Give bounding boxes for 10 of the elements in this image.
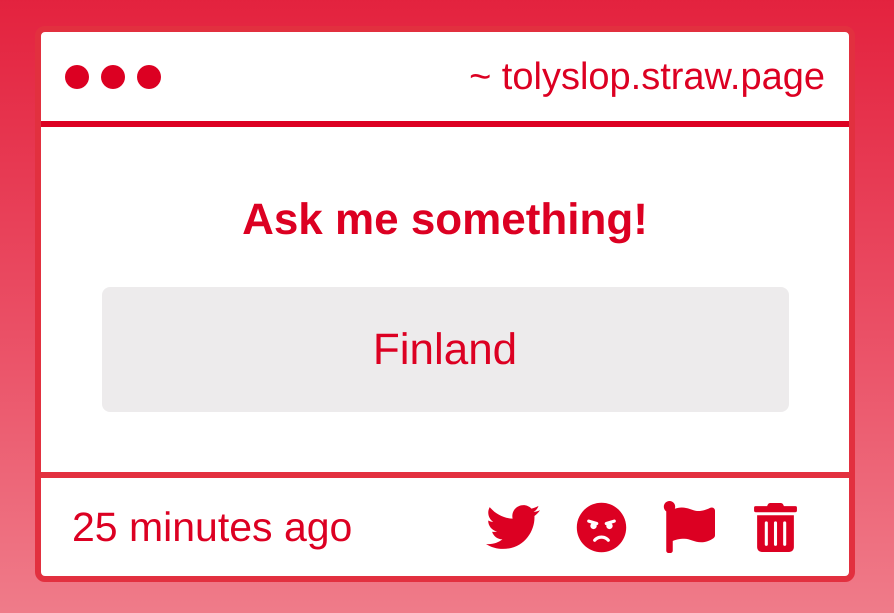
question-title: Ask me something! xyxy=(242,194,648,246)
trash-icon[interactable] xyxy=(751,502,800,552)
dot-icon xyxy=(137,64,161,88)
angry-face-icon[interactable] xyxy=(576,502,627,552)
dot-icon xyxy=(101,64,125,88)
flag-icon[interactable] xyxy=(663,501,715,553)
answer-panel: Finland xyxy=(102,287,788,412)
address-text: ~ tolyslop.straw.page xyxy=(469,54,825,98)
timestamp: 25 minutes ago xyxy=(72,503,352,551)
dot-icon xyxy=(65,64,89,88)
